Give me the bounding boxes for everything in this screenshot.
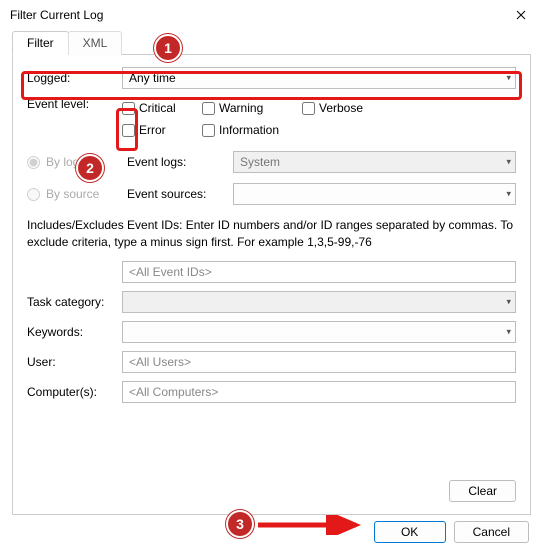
label-bysource: By source	[46, 187, 121, 201]
label-logged: Logged:	[27, 71, 122, 85]
select-eventsources[interactable]: ▾	[233, 183, 516, 205]
row-taskcat: Task category: ▾	[27, 291, 516, 313]
radio-bysource	[27, 188, 40, 201]
annotation-badge-1: 1	[154, 34, 182, 62]
chevron-down-icon: ▾	[506, 189, 511, 200]
help-text: Includes/Excludes Event IDs: Enter ID nu…	[27, 217, 516, 251]
checkbox-warning[interactable]	[202, 102, 215, 115]
row-eventids: <All Event IDs>	[27, 261, 516, 283]
cancel-button[interactable]: Cancel	[454, 521, 529, 543]
checkbox-verbose[interactable]	[302, 102, 315, 115]
select-logged[interactable]: Any time ▾	[122, 67, 516, 89]
checkbox-information[interactable]	[202, 124, 215, 137]
tab-xml[interactable]: XML	[68, 31, 123, 55]
annotation-badge-2: 2	[76, 154, 104, 182]
tab-bar: Filter XML	[12, 30, 531, 55]
close-button[interactable]	[498, 0, 543, 30]
label-eventlevel: Event level:	[27, 97, 122, 111]
check-error[interactable]: Error	[122, 119, 202, 141]
clear-button[interactable]: Clear	[449, 480, 516, 502]
chevron-down-icon: ▾	[506, 326, 511, 337]
close-icon	[516, 10, 526, 20]
label-keywords: Keywords:	[27, 325, 122, 339]
checkbox-error[interactable]	[122, 124, 135, 137]
chevron-down-icon: ▾	[506, 157, 511, 168]
input-computers[interactable]: <All Computers>	[122, 381, 516, 403]
tab-filter[interactable]: Filter	[12, 31, 69, 55]
label-taskcat: Task category:	[27, 295, 122, 309]
check-critical[interactable]: Critical	[122, 97, 202, 119]
row-bysource: By source Event sources: ▾	[27, 183, 516, 205]
radio-bylog	[27, 156, 40, 169]
annotation-badge-3: 3	[226, 510, 254, 538]
ok-button[interactable]: OK	[374, 521, 446, 543]
label-user: User:	[27, 355, 122, 369]
chevron-down-icon: ▾	[506, 296, 511, 307]
label-eventsources: Event sources:	[127, 187, 227, 201]
label-eventlogs: Event logs:	[127, 155, 227, 169]
annotation-arrow	[256, 515, 366, 535]
row-logged: Logged: Any time ▾	[27, 67, 516, 89]
check-information[interactable]: Information	[202, 119, 302, 141]
row-user: User: <All Users>	[27, 351, 516, 373]
input-eventids[interactable]: <All Event IDs>	[122, 261, 516, 283]
select-eventlogs: System ▾	[233, 151, 516, 173]
check-verbose[interactable]: Verbose	[302, 97, 363, 119]
row-keywords: Keywords: ▾	[27, 321, 516, 343]
check-warning[interactable]: Warning	[202, 97, 302, 119]
select-taskcat: ▾	[122, 291, 516, 313]
input-user[interactable]: <All Users>	[122, 351, 516, 373]
row-eventlevel: Event level: Critical Warning Verbose Er…	[27, 97, 516, 141]
chevron-down-icon: ▾	[506, 73, 511, 84]
titlebar: Filter Current Log	[0, 0, 543, 30]
window-title: Filter Current Log	[10, 8, 498, 22]
label-computers: Computer(s):	[27, 385, 122, 399]
select-eventlogs-value: System	[240, 155, 280, 169]
tab-body: Logged: Any time ▾ Event level: Critical…	[12, 55, 531, 515]
row-computers: Computer(s): <All Computers>	[27, 381, 516, 403]
checkbox-critical[interactable]	[122, 102, 135, 115]
select-logged-value: Any time	[129, 71, 176, 85]
select-keywords[interactable]: ▾	[122, 321, 516, 343]
